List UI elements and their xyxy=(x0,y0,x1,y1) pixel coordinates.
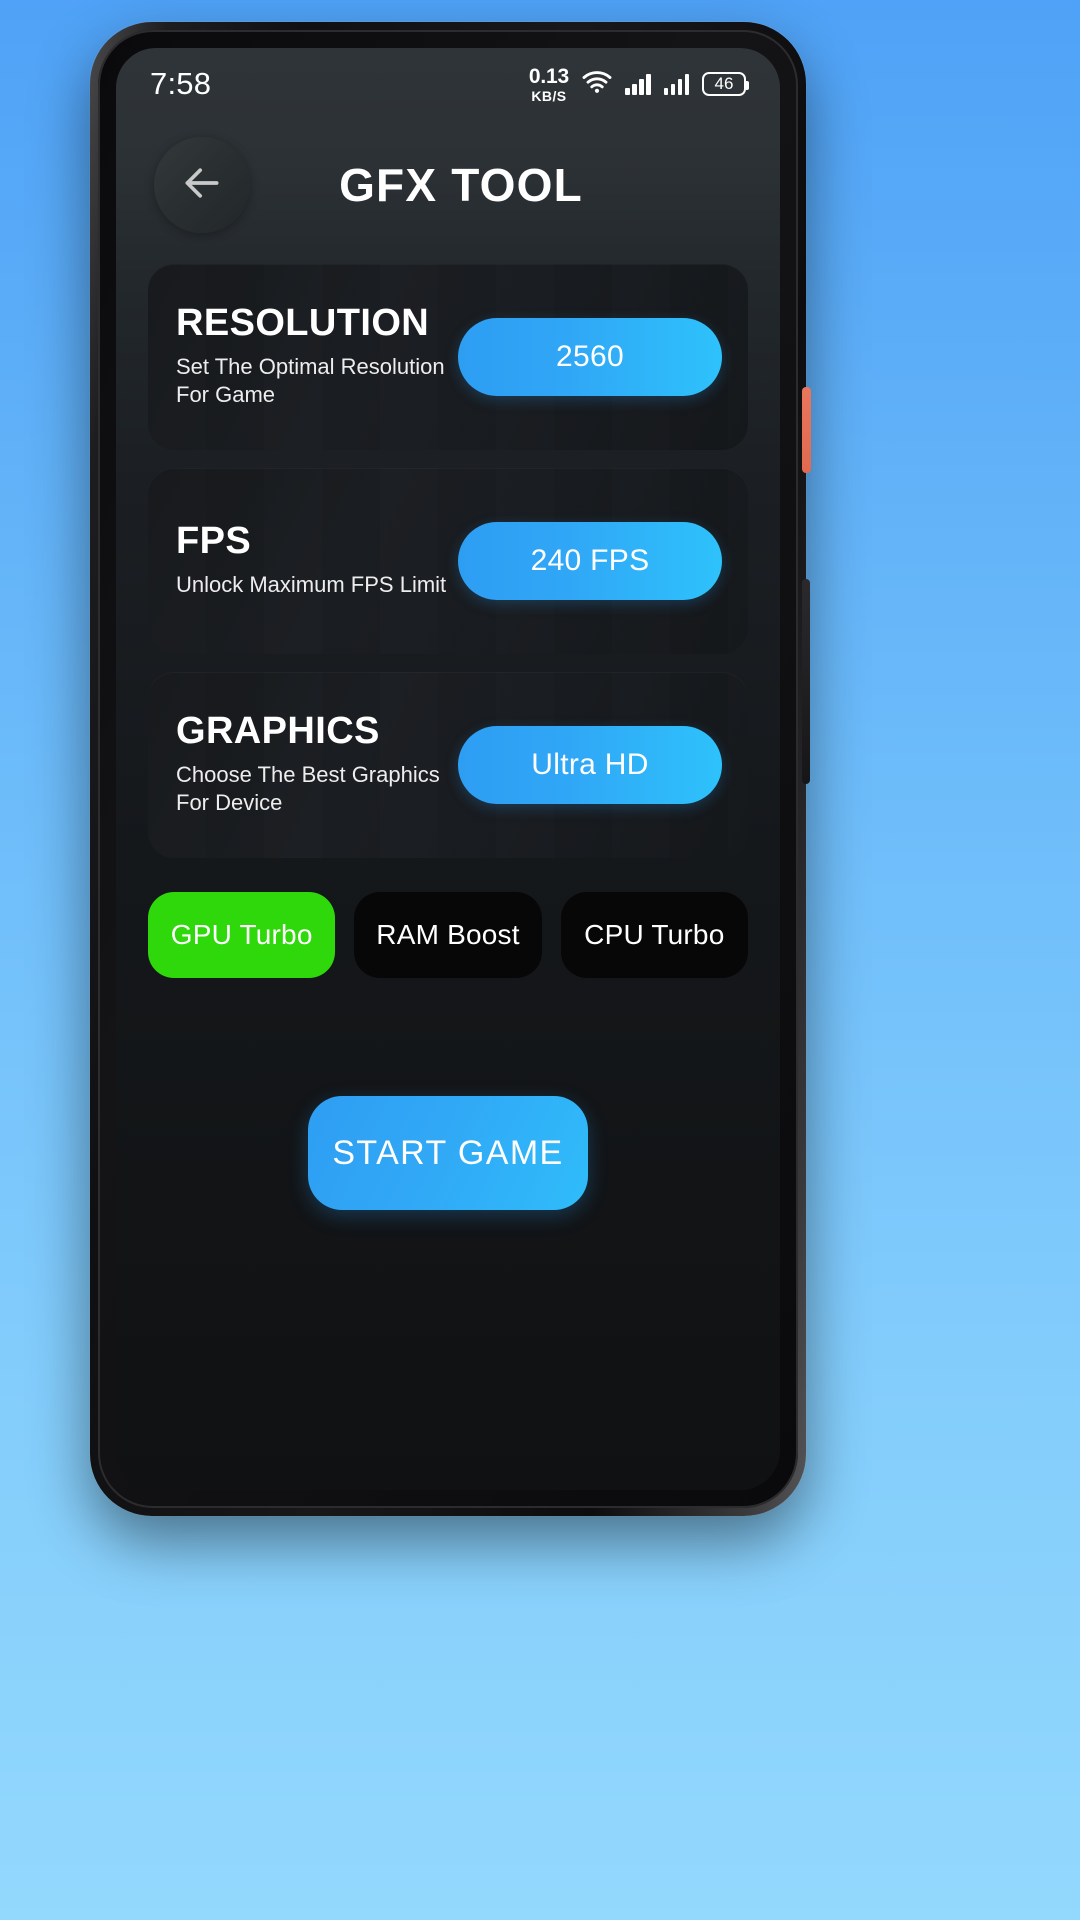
status-bar: 7:58 0.13 KB/S 46 xyxy=(116,48,780,120)
network-speed-value: 0.13 xyxy=(528,64,569,88)
boost-toggle-row: GPU Turbo RAM Boost CPU Turbo xyxy=(116,876,780,978)
start-game-area: START GAME xyxy=(116,1096,780,1210)
fps-value-button[interactable]: 240 FPS xyxy=(458,522,722,600)
resolution-value-button[interactable]: 2560 xyxy=(458,318,722,396)
setting-card-resolution[interactable]: RESOLUTION Set The Optimal Resolution Fo… xyxy=(148,264,748,450)
card-text-block: RESOLUTION Set The Optimal Resolution Fo… xyxy=(148,302,458,409)
card-title: GRAPHICS xyxy=(176,710,380,753)
graphics-value-button[interactable]: Ultra HD xyxy=(458,726,722,804)
signal-bars-sim1-icon xyxy=(625,73,651,95)
battery-level-label: 46 xyxy=(714,74,734,93)
card-text-block: GRAPHICS Choose The Best Graphics For De… xyxy=(148,710,458,817)
card-text-block: FPS Unlock Maximum FPS Limit xyxy=(148,522,458,599)
setting-card-graphics[interactable]: GRAPHICS Choose The Best Graphics For De… xyxy=(148,672,748,858)
setting-card-fps[interactable]: FPS Unlock Maximum FPS Limit 240 FPS xyxy=(148,468,748,654)
settings-card-list: RESOLUTION Set The Optimal Resolution Fo… xyxy=(116,250,780,858)
volume-rocker-button[interactable] xyxy=(802,579,810,784)
gfx-tool-app: 7:58 0.13 KB/S 46 GFX TOOL RESOLUTION Se… xyxy=(116,48,780,1490)
battery-icon: 46 xyxy=(702,72,749,96)
wifi-icon xyxy=(582,70,612,99)
phone-screen: 7:58 0.13 KB/S 46 GFX TOOL RESOLUTION Se… xyxy=(116,48,780,1490)
gpu-turbo-toggle[interactable]: GPU Turbo xyxy=(148,892,336,978)
start-game-button[interactable]: START GAME xyxy=(308,1096,588,1210)
network-speed-unit: KB/S xyxy=(531,87,567,104)
cpu-turbo-toggle[interactable]: CPU Turbo xyxy=(560,892,748,978)
page-title: GFX TOOL xyxy=(339,159,583,211)
arrow-left-icon xyxy=(180,161,224,210)
card-title: FPS xyxy=(176,520,252,563)
signal-bars-sim2-icon xyxy=(663,73,689,95)
card-title: RESOLUTION xyxy=(176,302,430,345)
status-bar-clock: 7:58 xyxy=(150,66,212,101)
power-button[interactable] xyxy=(802,387,811,473)
phone-device-frame: 7:58 0.13 KB/S 46 GFX TOOL RESOLUTION Se… xyxy=(90,22,811,1516)
card-subtitle: Choose The Best Graphics For Device xyxy=(176,762,440,816)
back-button[interactable] xyxy=(154,137,250,233)
app-header: GFX TOOL xyxy=(116,120,780,250)
network-speed-indicator: 0.13 KB/S xyxy=(529,66,569,103)
ram-boost-toggle[interactable]: RAM Boost xyxy=(354,892,542,978)
card-subtitle: Set The Optimal Resolution For Game xyxy=(176,354,445,408)
card-subtitle: Unlock Maximum FPS Limit xyxy=(176,572,447,598)
status-bar-icons: 0.13 KB/S 46 xyxy=(529,66,749,103)
